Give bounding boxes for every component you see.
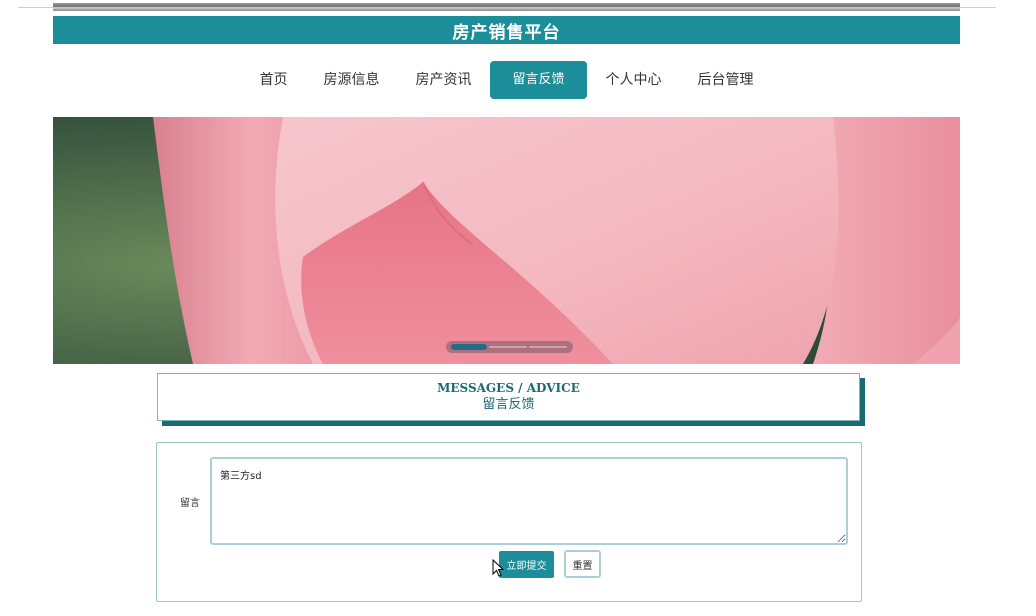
section-title-en: MESSAGES / ADVICE (437, 381, 580, 395)
lotus-photo-icon (53, 117, 960, 364)
message-textarea[interactable] (210, 457, 848, 545)
mouse-pointer-icon (492, 559, 504, 577)
carousel-dot[interactable] (529, 346, 567, 348)
site-title: 房产销售平台 (53, 16, 960, 44)
submit-button[interactable]: 立即提交 (499, 551, 554, 578)
section-heading: MESSAGES / ADVICE 留言反馈 (157, 373, 860, 421)
nav-item-feedback[interactable]: 留言反馈 (490, 61, 587, 99)
nav-item-admin[interactable]: 后台管理 (681, 61, 771, 99)
carousel-dot[interactable] (489, 346, 527, 348)
nav-item-profile[interactable]: 个人中心 (589, 61, 679, 99)
carousel-dot-active[interactable] (451, 344, 487, 350)
page: 房产销售平台 首页 房源信息 房产资讯 留言反馈 个人中心 后台管理 MESSA… (0, 0, 1036, 616)
reset-button[interactable]: 重置 (564, 550, 601, 578)
nav-item-news[interactable]: 房产资讯 (398, 61, 488, 99)
section-title-cn: 留言反馈 (482, 397, 535, 412)
carousel-indicator[interactable] (446, 341, 573, 353)
nav-item-listings[interactable]: 房源信息 (306, 61, 396, 99)
banner-image (53, 117, 960, 364)
message-label: 留言 (180, 498, 200, 509)
main-nav: 首页 房源信息 房产资讯 留言反馈 个人中心 后台管理 (53, 44, 960, 116)
top-decor-bar (53, 3, 960, 11)
nav-item-home[interactable]: 首页 (242, 61, 304, 99)
